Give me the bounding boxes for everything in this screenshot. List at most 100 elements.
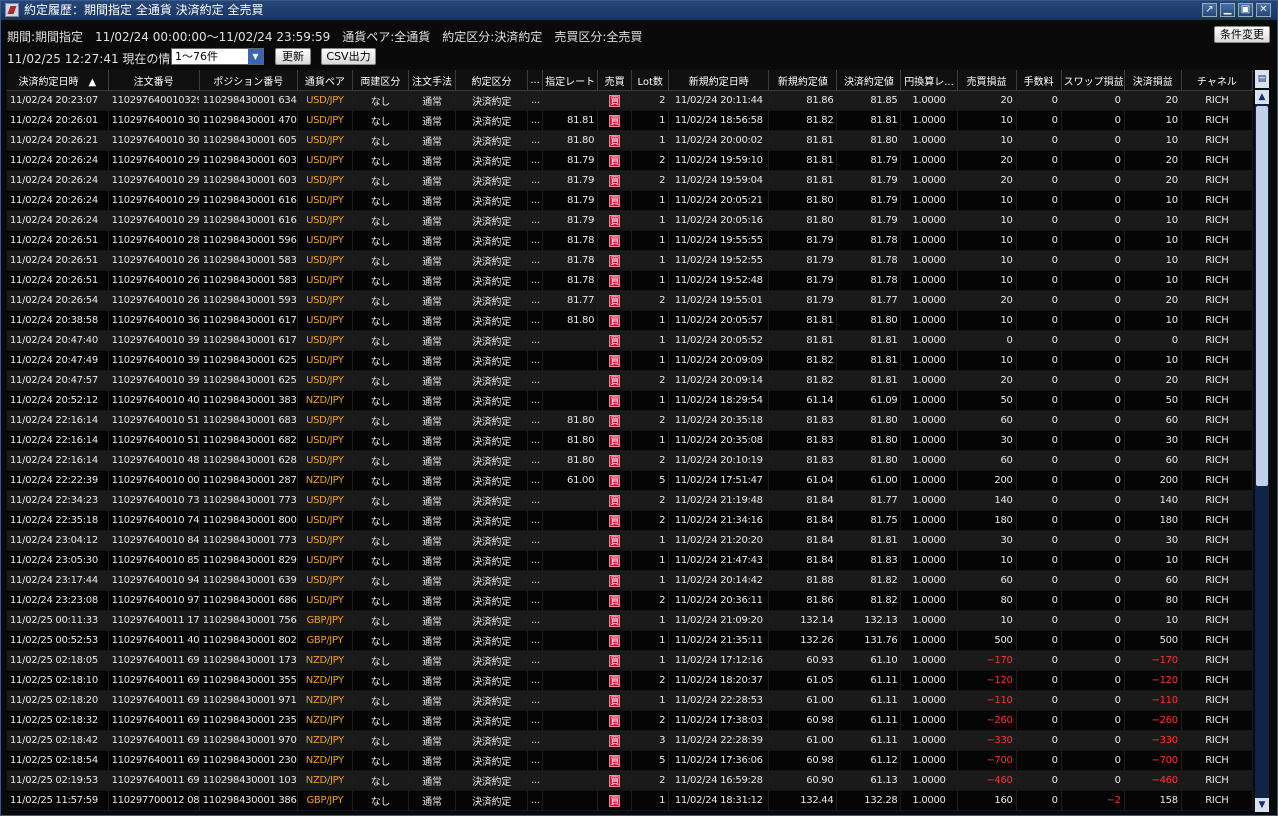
table-row[interactable]: 11/02/24 22:34:23110297640010 7377110298… [7,490,1253,511]
table-row[interactable]: 11/02/24 20:26:21110297640010 3038110298… [7,130,1253,151]
table-cell: なし [352,730,409,751]
column-header[interactable]: 円換算レ... [900,70,958,91]
table-row[interactable]: 11/02/24 20:26:51110297640010 2672110298… [7,250,1253,271]
table-row[interactable]: 11/02/25 02:18:42110297640011 6928110298… [7,730,1253,751]
column-header[interactable]: 指定レート [542,70,599,91]
table-row[interactable]: 11/02/24 22:16:14110297640010 5110110298… [7,430,1253,451]
table-cell: 通常 [408,110,457,131]
table-row[interactable]: 11/02/24 20:26:54110297640010 2682110298… [7,290,1253,311]
table-cell: 11/02/24 20:26:24 [7,210,109,231]
table-cell: RICH [1181,750,1253,771]
table-row[interactable]: 11/02/25 00:52:53110297640011 4084110298… [7,630,1253,651]
column-header[interactable]: 売買損益 [957,70,1017,91]
table-row[interactable]: 11/02/24 22:22:39110297640010 0045110298… [7,470,1253,491]
maximize-icon[interactable]: ▣ [1238,3,1253,17]
table-cell: RICH [1181,590,1253,611]
table-cell: 20 [1124,150,1182,171]
table-row[interactable]: 11/02/25 02:18:32110297640011 6923110298… [7,710,1253,731]
table-row[interactable]: 11/02/24 20:26:24110297640010 2935110298… [7,210,1253,231]
update-button[interactable]: 更新 [275,48,311,65]
column-header[interactable]: 決済約定値 [836,70,902,91]
table-cell: 81.84 [768,530,838,551]
column-header[interactable]: チャネル [1181,70,1253,91]
table-row[interactable]: 11/02/24 20:47:49110297640010 3904110298… [7,350,1253,371]
scroll-up-icon[interactable]: ▲ [1255,90,1269,104]
column-header[interactable]: 注文番号 [108,70,200,91]
table-row[interactable]: 11/02/24 22:35:18110297640010 7424110298… [7,510,1253,531]
table-cell: 通常 [408,490,457,511]
column-header[interactable]: 新規約定日時 [668,70,770,91]
column-header[interactable]: 約定区分 [455,70,529,91]
table-row[interactable]: 11/02/25 02:18:10110297640011 6914110298… [7,670,1253,691]
sort-ascending-icon: ▲ [88,76,97,88]
table-row[interactable]: 11/02/24 23:04:12110297640010 8439110298… [7,530,1253,551]
table-row[interactable]: 11/02/24 20:26:24110297640010 2966110298… [7,150,1253,171]
table-row[interactable]: 11/02/24 23:17:44110297640010 9417110298… [7,570,1253,591]
column-header[interactable]: スワップ損益 [1061,70,1125,91]
table-cell: 通常 [408,230,457,251]
table-cell: 11/02/24 20:38:58 [7,310,109,331]
table-cell: なし [352,110,409,131]
table-row[interactable]: 11/02/24 20:38:58110297640010 3632110298… [7,310,1253,331]
column-header[interactable]: 通貨ペア [297,70,353,91]
column-header[interactable]: 手数料 [1016,70,1062,91]
buy-badge: 買 [609,234,621,247]
table-cell: 買 [597,550,633,571]
table-row[interactable]: 11/02/25 02:18:54110297640011 6935110298… [7,750,1253,771]
table-cell: 81.79 [836,170,902,191]
close-icon[interactable]: ✕ [1256,3,1271,17]
table-row[interactable]: 11/02/25 11:57:59110297700012 0819110298… [7,790,1253,811]
table-cell: 110298430001 4708 [199,110,298,131]
table-row[interactable]: 11/02/25 00:11:33110297640011 1786110298… [7,610,1253,631]
table-cell: 買 [597,570,633,591]
column-header[interactable]: 売買 [597,70,633,91]
table-cell: 11/02/25 11:57:59 [7,790,109,811]
table-row[interactable]: 11/02/24 20:26:51110297640010 2664110298… [7,270,1253,291]
table-row[interactable]: 11/02/24 20:47:57110297640010 3911110298… [7,370,1253,391]
column-header[interactable]: 決済約定日時 ▲ [7,70,109,91]
table-cell: 1.0000 [900,570,958,591]
table-cell: 0 [1061,250,1125,271]
column-settings-icon[interactable]: ▤ [1255,70,1269,88]
column-header[interactable]: 決済損益 [1124,70,1182,91]
column-header[interactable]: 両建区分 [352,70,409,91]
column-header[interactable]: 注文手法 [408,70,457,91]
table-cell: 決済約定 [455,350,529,371]
table-row[interactable]: 11/02/24 22:16:14110297640010 5116110298… [7,410,1253,431]
column-header[interactable]: 新規約定値 [768,70,838,91]
table-row[interactable]: 11/02/25 02:18:05110297640011 6912110298… [7,650,1253,671]
table-row[interactable]: 11/02/24 23:05:30110297640010 8532110298… [7,550,1253,571]
table-cell: 0 [1061,730,1125,751]
table-cell: 0 [1061,370,1125,391]
minimize-icon[interactable]: ▁ [1220,3,1235,17]
column-header[interactable]: Lot数 [631,70,670,91]
table-cell: −700 [957,750,1017,771]
scroll-down-icon[interactable]: ▼ [1255,798,1269,812]
vertical-scrollbar[interactable]: ▲ ▼ [1255,90,1269,812]
table-row[interactable]: 11/02/24 20:52:12110297640010 4021110298… [7,390,1253,411]
table-row[interactable]: 11/02/24 22:16:14110297640010 4872110298… [7,450,1253,471]
column-header[interactable]: ... [527,70,544,91]
table-row[interactable]: 11/02/24 20:47:40110297640010 3902110298… [7,330,1253,351]
column-header[interactable]: ポジション番号 [199,70,298,91]
table-row[interactable]: 11/02/24 20:26:01110297640010 3003110298… [7,110,1253,131]
table-cell: 61.13 [836,770,902,791]
table-row[interactable]: 11/02/24 20:26:24110297640010 2937110298… [7,190,1253,211]
table-row[interactable]: 11/02/24 20:23:07110297640010329 1110298… [7,90,1253,111]
table-row[interactable]: 11/02/24 20:26:51110297640010 2851110298… [7,230,1253,251]
table-row[interactable]: 11/02/24 23:23:08110297640010 9709110298… [7,590,1253,611]
pin-icon[interactable]: ↗ [1202,3,1217,17]
table-row[interactable]: 11/02/25 02:19:53110297640011 6949110298… [7,770,1253,791]
chevron-down-icon[interactable]: ▼ [248,49,263,64]
table-cell: RICH [1181,610,1253,631]
table-cell: 20 [957,290,1017,311]
table-cell: −110 [1124,690,1182,711]
change-conditions-button[interactable]: 条件変更 [1214,26,1270,43]
table-row[interactable]: 11/02/24 20:26:24110297640010 2951110298… [7,170,1253,191]
table-row[interactable]: 11/02/25 02:18:20110297640011 6920110298… [7,690,1253,711]
range-select[interactable]: 1〜76件 ▼ [171,48,264,65]
csv-export-button[interactable]: CSV出力 [321,48,376,65]
scroll-thumb[interactable] [1256,106,1268,486]
table-cell: 11/02/24 21:35:11 [668,630,770,651]
table-cell: 61.09 [836,390,902,411]
